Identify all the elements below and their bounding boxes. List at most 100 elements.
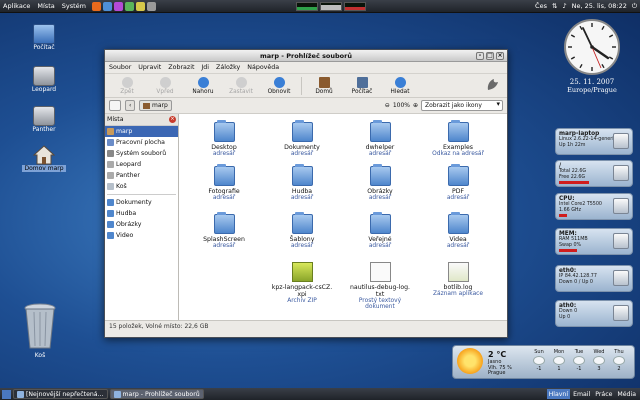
clock-widget: 25. 11. 2007 Europe/Prague (554, 18, 630, 94)
mail-icon[interactable] (102, 1, 112, 11)
menu-bookmarks[interactable]: Záložky (216, 64, 240, 71)
workspace-email[interactable]: Email (571, 389, 592, 399)
file-item[interactable]: Veřejné adresář (345, 212, 415, 249)
sidebar-item-music[interactable]: Hudba (105, 208, 178, 219)
file-item[interactable]: SplashScreen adresář (189, 212, 259, 249)
firefox-icon[interactable] (91, 1, 101, 11)
clock-timezone: Europe/Prague (567, 86, 617, 94)
sidebar-item-pictures[interactable]: Obrázky (105, 219, 178, 230)
file-item[interactable]: Desktop adresář (189, 120, 259, 157)
sidebar-close-icon[interactable]: × (169, 116, 176, 123)
menu-view[interactable]: Zobrazit (168, 64, 194, 71)
sidebar-header[interactable]: Místa × (105, 114, 178, 126)
volume-icon[interactable]: ♪ (562, 2, 566, 10)
search-icon (394, 76, 406, 88)
media-icon[interactable] (113, 1, 123, 11)
notes-icon[interactable] (135, 1, 145, 11)
desktop-icon-trash[interactable]: Koš (15, 302, 65, 359)
reload-button[interactable]: Obnovit (263, 76, 295, 95)
cloud-icon (593, 356, 605, 365)
breadcrumb-back-button[interactable]: ‹ (125, 100, 135, 111)
file-item[interactable]: Videa adresář (423, 212, 493, 249)
sidebar: Místa × marp Pracovní plocha Systém soub… (105, 114, 179, 320)
cpu-monitor[interactable] (295, 1, 318, 11)
desktop-icon-leopard[interactable]: Leopard (19, 66, 69, 93)
sidebar-item-videos[interactable]: Video (105, 230, 178, 241)
panel-clock[interactable]: Ne, 25. lis, 08:22 (572, 2, 627, 10)
up-button[interactable]: Nahoru (187, 76, 219, 95)
file-item[interactable]: Examples Odkaz na adresář (423, 120, 493, 157)
window-titlebar[interactable]: marp - Prohlížeč souborů - □ × (105, 50, 507, 62)
file-item[interactable]: Obrázky adresář (345, 164, 415, 201)
mail-icon (17, 390, 24, 398)
file-item[interactable]: dwhelper adresář (345, 120, 415, 157)
top-panel: Aplikace Místa Systém Čes ⇅ ♪ Ne, 25. li… (0, 0, 640, 13)
menu-file[interactable]: Soubor (109, 64, 131, 71)
zoom-out-icon[interactable]: ⊖ (385, 102, 390, 109)
network-icon[interactable]: ⇅ (552, 2, 557, 10)
file-item[interactable]: PDF adresář (423, 164, 493, 201)
sidebar-item-desktop[interactable]: Pracovní plocha (105, 137, 178, 148)
sidebar-item-filesystem[interactable]: Systém souborů (105, 148, 178, 159)
sidebar-item-documents[interactable]: Dokumenty (105, 197, 178, 208)
show-desktop-icon[interactable] (2, 389, 11, 399)
file-item[interactable]: Fotografie adresář (189, 164, 259, 201)
folder-icon (107, 210, 114, 217)
folder-icon (369, 164, 391, 186)
taskbar-item-active[interactable]: marp - Prohlížeč souborů (109, 389, 204, 399)
file-item[interactable]: Dokumenty adresář (267, 120, 337, 157)
drive-icon (107, 172, 114, 179)
stop-icon (235, 76, 247, 88)
folder-icon (213, 164, 235, 186)
maximize-button[interactable]: □ (486, 52, 494, 60)
view-mode-select[interactable]: Zobrazit jako ikony (421, 100, 503, 111)
sidebar-item-marp[interactable]: marp (105, 126, 178, 137)
menu-go[interactable]: Jdi (201, 64, 209, 71)
menu-system[interactable]: Systém (62, 2, 86, 10)
menu-places[interactable]: Místa (37, 2, 54, 10)
breadcrumb[interactable]: marp (139, 100, 172, 111)
workspace-main[interactable]: Hlavní (546, 389, 571, 399)
file-item[interactable]: nautilus-debug-log. txt Prostý textový doku… (345, 262, 415, 310)
taskbar-item[interactable]: [Nejnovější nepřečtená... (13, 389, 108, 399)
file-item[interactable]: Šablony adresář (267, 212, 337, 249)
sidebar-item-leopard[interactable]: Leopard (105, 159, 178, 170)
search-button[interactable]: Hledat (384, 76, 416, 95)
folder-icon (107, 199, 114, 206)
file-item[interactable]: kpz-langpack-csCZ. xpi Archiv ZIP (267, 262, 337, 304)
sidebar-separator (107, 194, 176, 195)
location-toggle-button[interactable] (109, 100, 121, 111)
network-icon (613, 270, 629, 286)
sidebar-item-trash[interactable]: Koš (105, 181, 178, 192)
desktop-icon-home[interactable]: Domov marp (19, 145, 69, 172)
power-icon[interactable]: ⏻ (632, 2, 637, 11)
arrow-up-icon (197, 76, 209, 88)
menu-applications[interactable]: Aplikace (3, 2, 30, 10)
workspace-media[interactable]: Média (615, 389, 638, 399)
computer-button[interactable]: Počítač (346, 76, 378, 95)
minimize-button[interactable]: - (476, 52, 484, 60)
net-monitor[interactable] (343, 1, 366, 11)
close-button[interactable]: × (496, 52, 504, 60)
terminal-icon[interactable] (146, 1, 156, 11)
forward-button[interactable]: Vpřed (149, 76, 181, 95)
file-item[interactable]: botlib.log Záznam aplikace (423, 262, 493, 297)
desktop-icon-panther[interactable]: Panther (19, 106, 69, 133)
back-button[interactable]: Zpět (111, 76, 143, 95)
zoom-control: ⊖ 100% ⊕ Zobrazit jako ikony (385, 100, 503, 111)
chat-icon[interactable] (124, 1, 134, 11)
keyboard-layout[interactable]: Čes (535, 2, 547, 10)
cpu-usage-bar (559, 214, 567, 217)
mem-monitor[interactable] (319, 1, 342, 11)
zoom-in-icon[interactable]: ⊕ (413, 102, 418, 109)
desktop-icon-computer[interactable]: Počítač (19, 24, 69, 51)
home-button[interactable]: Domů (308, 76, 340, 95)
zoom-level[interactable]: 100% (393, 102, 410, 109)
sidebar-item-panther[interactable]: Panther (105, 170, 178, 181)
stop-button[interactable]: Zastavit (225, 76, 257, 95)
cpu-widget: CPU: Intel Core2 T5500 1.66 GHz (555, 193, 633, 220)
file-item[interactable]: Hudba adresář (267, 164, 337, 201)
menu-edit[interactable]: Upravit (138, 64, 161, 71)
workspace-work[interactable]: Práce (593, 389, 614, 399)
menu-help[interactable]: Nápověda (247, 64, 279, 71)
